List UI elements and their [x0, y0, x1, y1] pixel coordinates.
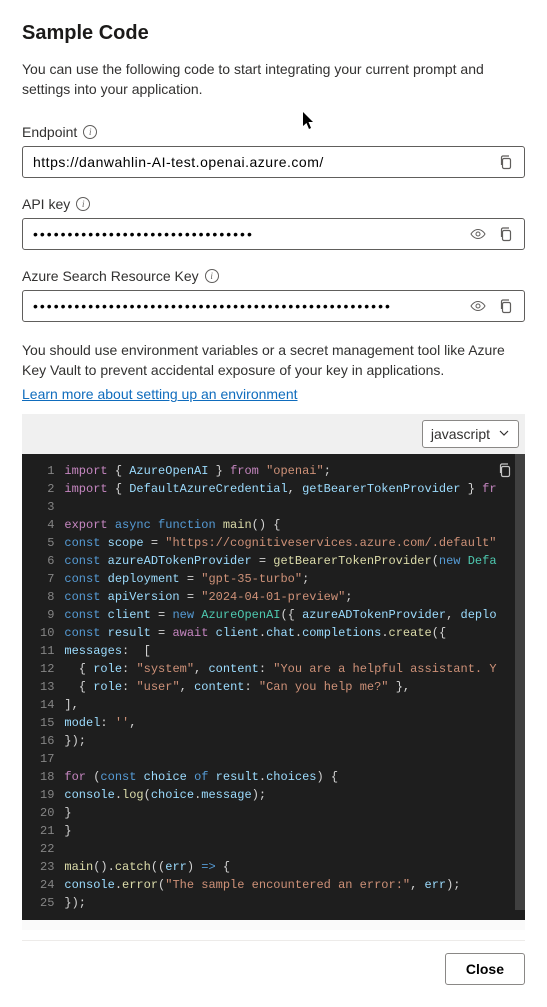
chevron-down-icon — [498, 426, 510, 442]
env-note: You should use environment variables or … — [22, 340, 525, 381]
endpoint-label: Endpoint — [22, 124, 77, 140]
scrollbar-vertical[interactable] — [515, 454, 525, 910]
page-description: You can use the following code to start … — [22, 59, 525, 100]
copy-icon[interactable] — [496, 152, 516, 172]
code-block[interactable]: 1234567891011121314151617181920212223242… — [22, 454, 525, 930]
line-gutter: 1234567891011121314151617181920212223242… — [22, 462, 64, 912]
apikey-input-row — [22, 218, 525, 250]
apikey-label: API key — [22, 196, 70, 212]
show-hide-icon[interactable] — [468, 296, 488, 316]
copy-code-icon[interactable] — [497, 462, 513, 481]
language-selected: javascript — [431, 426, 490, 442]
language-bar: javascript — [22, 414, 525, 454]
page-title: Sample Code — [22, 22, 525, 45]
searchkey-input-row — [22, 290, 525, 322]
info-icon[interactable]: i — [83, 125, 97, 139]
info-icon[interactable]: i — [205, 269, 219, 283]
searchkey-input[interactable] — [31, 297, 460, 315]
env-link[interactable]: Learn more about setting up an environme… — [22, 386, 298, 402]
searchkey-label-row: Azure Search Resource Key i — [22, 268, 525, 284]
apikey-input[interactable] — [31, 225, 460, 243]
info-icon[interactable]: i — [76, 197, 90, 211]
endpoint-input[interactable] — [31, 153, 488, 171]
code-lines: import { AzureOpenAI } from "openai";imp… — [64, 462, 508, 912]
endpoint-input-row — [22, 146, 525, 178]
footer: Close — [22, 940, 525, 985]
apikey-label-row: API key i — [22, 196, 525, 212]
copy-icon[interactable] — [496, 296, 516, 316]
searchkey-label: Azure Search Resource Key — [22, 268, 199, 284]
endpoint-label-row: Endpoint i — [22, 124, 525, 140]
show-hide-icon[interactable] — [468, 224, 488, 244]
language-select[interactable]: javascript — [422, 420, 519, 448]
copy-icon[interactable] — [496, 224, 516, 244]
close-button[interactable]: Close — [445, 953, 525, 985]
